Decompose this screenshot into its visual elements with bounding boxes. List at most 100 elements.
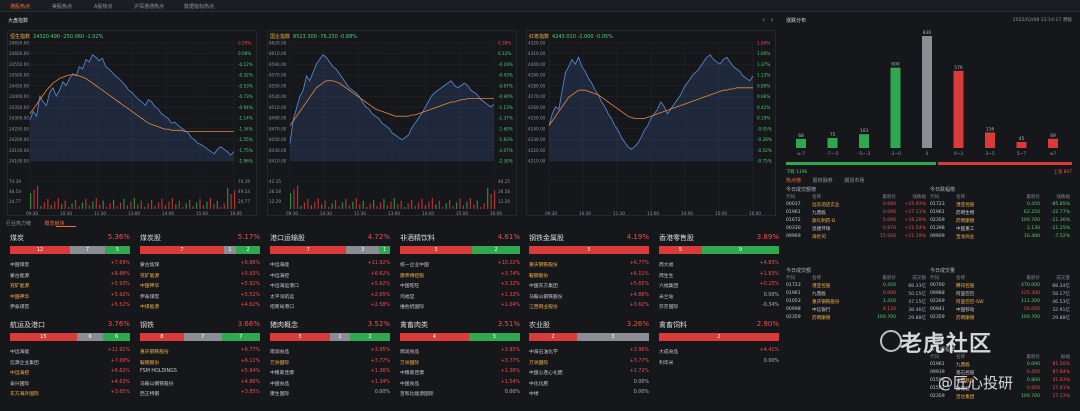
stock-name[interactable]: 中国东方集团	[529, 282, 558, 289]
table-row[interactable]: 01961 九鼎股 0.090 50.15亿	[786, 291, 926, 298]
stock-name[interactable]: 蒙古能源	[10, 272, 29, 279]
column-header[interactable]: 成交额	[912, 275, 926, 281]
table-row[interactable]: 01672 歌礼制药-B 5.090 +16.28%	[786, 218, 926, 225]
sector-stock-row[interactable]: 中国心连心化肥 +1.72%	[529, 369, 649, 377]
sector-stock-row[interactable]: 中国煤炭 +7.69%	[10, 261, 130, 269]
sector-stock-row[interactable]: 中远海能 +11.92%	[10, 348, 130, 356]
stock-name[interactable]: 中远海控	[270, 272, 289, 279]
sector-stock-row[interactable]: 六福集团 +0.25%	[659, 282, 779, 290]
sector-stock-row[interactable]: 雨润食品 +3.95%	[400, 348, 520, 356]
sector-card[interactable]: 禽畜肉类 3.51% 4 3 雨润食品 +3.95% 万洲国际 +3.77% 中粮家佳康 +1.3…	[397, 320, 523, 404]
stock-name[interactable]: 周大福	[659, 261, 673, 268]
stock-name[interactable]: 九鼎股	[812, 291, 826, 297]
stock-name[interactable]: 中粮家佳康	[400, 369, 424, 376]
sector-stock-row[interactable]: 中国神华 +5.92%	[140, 282, 260, 290]
stock-name[interactable]: 港亚控股	[812, 283, 830, 289]
column-header[interactable]: 涨跌幅	[1056, 194, 1070, 200]
sector-stock-row[interactable]: 兖矿能源 +5.93%	[10, 282, 130, 290]
stock-name[interactable]: 重庆钢铁股份	[140, 348, 169, 355]
sector-stock-row[interactable]: 中粮家佳康 +1.36%	[400, 369, 520, 377]
sector-stock-row[interactable]: 雨润食品 +3.95%	[270, 348, 390, 356]
sector-card[interactable]: 香港零售股 3.89% 5 9 周大福 +4.83% 周生生 +1.83% 六福集团 +0.25%…	[656, 233, 782, 317]
sector-stock-row[interactable]: 统一企业中国 +10.22%	[400, 261, 520, 269]
sector-stock-row[interactable]: FSM HOLDINGS +5.94%	[140, 369, 260, 377]
sector-card[interactable]: 猪肉概念 3.52% 3 1 2 雨润食品 +3.95% 万洲国际 +3.77% 中粮家佳康 +1.…	[267, 320, 393, 404]
stock-name[interactable]: 海伦司	[812, 234, 826, 240]
stock-name[interactable]: 腾讯控股	[956, 283, 974, 289]
stock-name[interactable]: 大成食品	[659, 348, 678, 355]
sector-stock-row[interactable]: 中粮家佳康 +1.36%	[270, 369, 390, 377]
stock-name[interactable]: 蒙古焦煤	[140, 261, 159, 268]
column-header[interactable]: 振幅	[1061, 354, 1070, 360]
tab-hk-hot[interactable]: 港股热点	[10, 3, 30, 10]
sector-card[interactable]: 禽畜饲料 2.90% 2 大成食品 +4.41% 利华米 0.00%	[656, 320, 782, 404]
table-row[interactable]: 01723 港亚控股 0.450 -85.85%	[930, 202, 1070, 209]
stock-name[interactable]: 伊泰煤炭	[140, 293, 159, 300]
stock-name[interactable]: 百达集团	[956, 394, 974, 400]
sector-stock-row[interactable]: 马鞍山钢铁股份 +4.86%	[140, 380, 260, 388]
stock-name[interactable]: 马鞍山钢铁股份	[529, 293, 563, 300]
sector-stock-row[interactable]: 重庆钢铁股份 +6.77%	[140, 348, 260, 356]
column-header[interactable]: 最新价	[1026, 275, 1040, 281]
stock-name[interactable]: 药明康德	[812, 315, 830, 321]
stock-name[interactable]: 中远海控	[10, 369, 29, 376]
stock-name[interactable]: 万洲国际	[400, 359, 419, 366]
stock-name[interactable]: 中信银行	[812, 307, 830, 313]
table-row[interactable]: 01961 药明生物 62.250 -22.77%	[930, 210, 1070, 217]
table-row[interactable]: 00700 腾讯控股 470.000 88.34亿	[930, 283, 1070, 290]
stock-name[interactable]: 伊泰煤炭	[10, 303, 29, 310]
sector-stock-row[interactable]: 康生国际 0.00%	[270, 390, 390, 398]
sector-card[interactable]: 农业股 3.26% 2 3 中海石油化学 +3.96% 万洲国际 +3.77% 中国心连心化肥 +…	[526, 320, 652, 404]
stock-name[interactable]: 太平洋航运	[270, 293, 294, 300]
stock-name[interactable]: 中海石油化学	[529, 348, 558, 355]
stock-name[interactable]: 康生国际	[270, 390, 289, 397]
tab-margin[interactable]: 股权融券	[813, 178, 833, 184]
sector-stock-row[interactable]: 万洲国际 +3.77%	[529, 359, 649, 367]
stock-name[interactable]: 兖矿能源	[10, 282, 29, 289]
table-row[interactable]: 00037 远东酒店实业 0.680 +25.93%	[786, 202, 926, 209]
sector-card[interactable]: 煤炭股 5.17% 7 1 2 蒙古焦煤 +6.86% 兖矿能源 +5.93% 中国神华 +5.92…	[137, 233, 263, 317]
stock-name[interactable]: 六福集团	[659, 282, 678, 289]
stock-name[interactable]: 阿里巴巴-SW	[956, 299, 984, 305]
sector-stock-row[interactable]: 中国食品 +1.34%	[270, 380, 390, 388]
stock-name[interactable]: 港亚控股	[956, 202, 974, 208]
stock-name[interactable]: 中绿	[529, 390, 539, 397]
stock-name[interactable]: 九鼎股	[812, 210, 826, 216]
stock-name[interactable]: 中国神华	[140, 282, 159, 289]
sector-stock-row[interactable]: 鞍钢股份 +6.11%	[140, 359, 260, 367]
sector-stock-row[interactable]: 蒙古能源 +6.86%	[10, 272, 130, 280]
sector-stock-row[interactable]: 东方海外国际 +3.65%	[10, 390, 130, 398]
sector-stock-row[interactable]: 中国神华 +5.92%	[10, 293, 130, 301]
tab-futures[interactable]: 期货市场	[844, 178, 864, 184]
stock-name[interactable]: 万洲国际	[270, 359, 289, 366]
sector-stock-row[interactable]: 莎莎国际 -0.34%	[659, 303, 779, 311]
sector-stock-row[interactable]: 大成食品 +4.41%	[659, 348, 779, 356]
sector-stock-row[interactable]: 鸿福堂 +1.32%	[400, 293, 520, 301]
chart-nav-arrows[interactable]: ‹ ›	[762, 15, 773, 24]
stock-name[interactable]: 康师傅控股	[400, 272, 424, 279]
column-header[interactable]: 最新价	[1026, 194, 1040, 200]
stock-name[interactable]: 歌礼制药-B	[812, 218, 835, 224]
stock-name[interactable]: 中国煤炭	[10, 261, 29, 268]
stock-name[interactable]: 重庆钢铁股份	[529, 261, 558, 268]
sector-stock-row[interactable]: 西王特钢 +3.85%	[140, 390, 260, 398]
stock-name[interactable]: 信源企业集团	[10, 359, 39, 366]
sector-stock-row[interactable]: 维他奶国际 +1.04%	[400, 303, 520, 311]
sector-stock-row[interactable]: 中远海能 +11.92%	[270, 261, 390, 269]
sector-card[interactable]: 航运及港口 3.76% 15 6 6 中远海能 +11.92% 信源企业集团 +7.69% 中远海…	[7, 320, 133, 404]
sector-stock-row[interactable]: 百和比能源国际 0.00%	[400, 390, 520, 398]
stock-name[interactable]: 百和比能源国际	[400, 390, 434, 397]
table-row[interactable]: 01961 九鼎股 0.090 81.56%	[930, 362, 1070, 369]
sector-stock-row[interactable]: 重庆钢铁股份 +6.77%	[529, 261, 649, 269]
sector-card[interactable]: 钢铁 3.66% 8 7 7 重庆钢铁股份 +6.77% 鞍钢股份 +6.11% FSM HOLD…	[137, 320, 263, 404]
stock-name[interactable]: 中国重工	[956, 226, 974, 232]
stock-name[interactable]: 中粮家佳康	[270, 369, 294, 376]
stock-name[interactable]: 泰兴国际	[10, 380, 29, 387]
column-header[interactable]: 名称	[956, 275, 965, 281]
stock-name[interactable]: 东方海外国际	[10, 390, 39, 397]
stock-name[interactable]: 九鼎股	[956, 362, 970, 368]
stock-name[interactable]: 中国移动	[956, 307, 974, 313]
sector-stock-row[interactable]: 鞍钢股份 +6.11%	[529, 272, 649, 280]
table-row[interactable]: 01723 港亚控股 0.450 88.33亿	[786, 283, 926, 290]
sector-stock-row[interactable]: 江西铜业股份 +3.62%	[529, 303, 649, 311]
